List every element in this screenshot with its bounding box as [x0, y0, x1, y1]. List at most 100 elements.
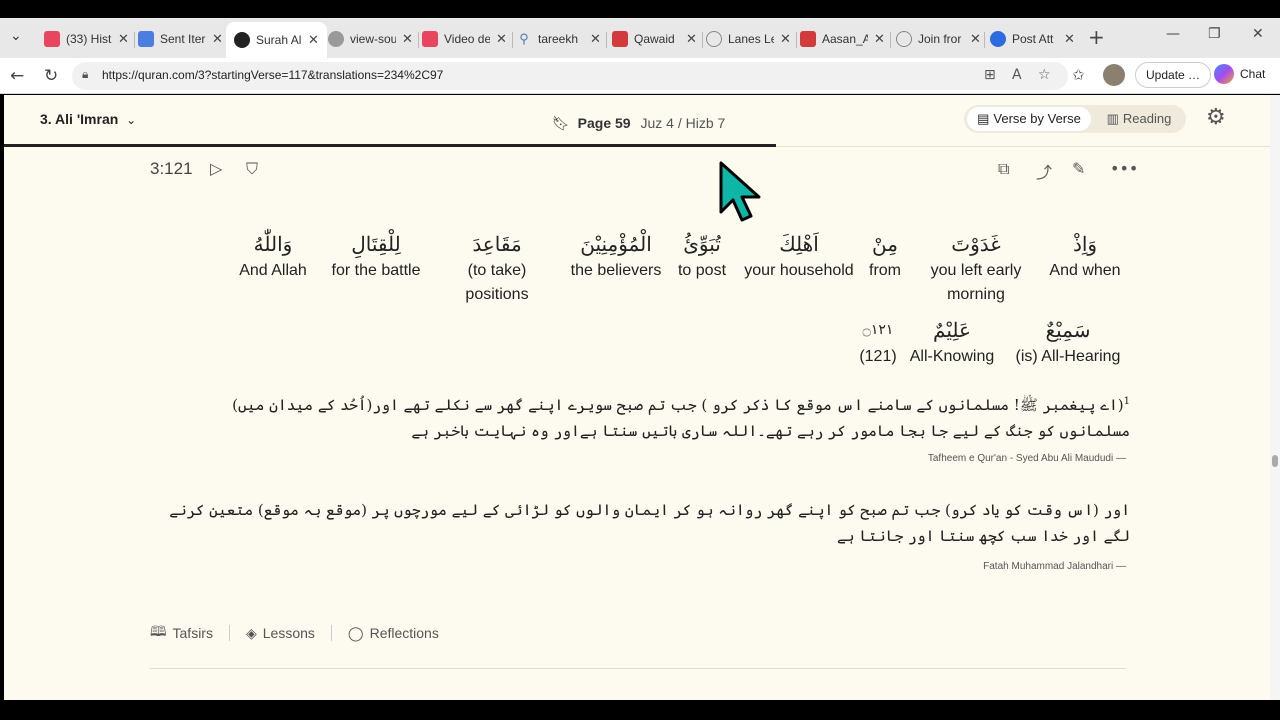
word-item[interactable]: وَاللّٰهُ And Allah — [230, 229, 316, 283]
close-icon[interactable]: ✕ — [118, 31, 129, 47]
chapter-selector[interactable]: 3. Ali 'Imran ⌄ — [40, 111, 136, 127]
word-item[interactable]: لِلْقِتَالِ for the battle — [322, 229, 430, 283]
word-translation: And when — [1049, 262, 1121, 279]
page-icon — [328, 31, 344, 47]
word-translation: (121) — [859, 348, 897, 365]
word-translation: your household — [744, 262, 854, 279]
browser-tab[interactable]: Aasan_A ✕ — [800, 26, 885, 52]
browser-tab[interactable]: Lanes Le ✕ — [706, 26, 791, 52]
address-bar[interactable]: 🔒︎ https://quran.com/3?startingVerse=117… — [72, 62, 1068, 90]
site-info-icon[interactable]: 🔒︎ — [82, 67, 88, 82]
gear-icon[interactable]: ⚙ — [1206, 105, 1226, 130]
reading-mode-toggle: ▤ Verse by Verse ▥ Reading — [964, 105, 1186, 133]
tab-label: (33) Hist — [66, 32, 112, 46]
word-translation: (to take) positions — [465, 262, 529, 303]
word-item[interactable]: مَقَاعِدَ (to take) positions — [452, 229, 542, 307]
favorites-icon[interactable]: ✩ — [1072, 66, 1085, 84]
graduation-cap-icon: ◈ — [245, 624, 257, 641]
browser-tab[interactable]: Post Att ✕ — [990, 26, 1075, 52]
close-icon[interactable]: ✕ — [402, 31, 413, 47]
browser-tab[interactable]: Qawaid ✕ — [612, 26, 697, 52]
browser-tab-active[interactable]: Surah Al ✕ — [226, 22, 327, 58]
browser-toolbar: ← ↻ 🔒︎ https://quran.com/3?startingVerse… — [0, 58, 1280, 94]
word-item[interactable]: اَهْلِكَ your household — [738, 229, 860, 283]
app-install-icon[interactable]: ⊞ — [984, 67, 996, 83]
close-icon[interactable]: ✕ — [970, 31, 981, 47]
copilot-chat-button[interactable]: Chat — [1214, 64, 1265, 84]
edit-icon[interactable]: ✎ — [1072, 159, 1085, 178]
more-options-icon[interactable]: ••• — [1110, 159, 1138, 178]
page-scrollbar[interactable] — [1270, 95, 1280, 700]
minimize-icon[interactable]: — — [1166, 26, 1180, 42]
word-translation: All-Knowing — [909, 348, 995, 365]
copy-icon[interactable]: ⧉ — [998, 159, 1009, 179]
page-header: 3. Ali 'Imran ⌄ 🔖︎ Page 59 Juz 4 / Hizb … — [4, 95, 1270, 147]
browser-tab[interactable]: ⚲ tareekh ✕ — [516, 26, 601, 52]
bookmark-icon: 🔖︎ — [552, 115, 570, 131]
word-item[interactable]: الْمُؤْمِنِيْنَ the believers — [562, 229, 670, 283]
close-window-icon[interactable]: ✕ — [1252, 26, 1264, 42]
browser-tab[interactable]: Sent Iter ✕ — [138, 26, 223, 52]
favorite-star-icon[interactable]: ☆ — [1038, 67, 1051, 83]
divider — [150, 668, 1126, 669]
verse-key[interactable]: 3:121 — [150, 159, 193, 179]
play-icon[interactable]: ▷ — [210, 159, 222, 178]
avatar[interactable] — [1103, 64, 1125, 86]
browser-tab[interactable]: (33) Hist ✕ — [44, 26, 129, 52]
browser-tab[interactable]: Join fror ✕ — [896, 26, 981, 52]
bookmark-icon[interactable]: ⛉ — [246, 159, 258, 179]
url-text[interactable]: https://quran.com/3?startingVerse=117&tr… — [102, 68, 443, 82]
arabic-word: مِنْ — [872, 232, 898, 256]
arabic-word: غَدَوْتَ — [951, 232, 1001, 256]
mode-verse-label: Verse by Verse — [993, 111, 1081, 126]
quran-page: 3. Ali 'Imran ⌄ 🔖︎ Page 59 Juz 4 / Hizb … — [4, 95, 1270, 700]
pdf-icon — [800, 31, 816, 47]
mode-reading-label: Reading — [1122, 111, 1172, 126]
translation-body: (اے پیغمبر ﷺ! مسلمانوں کے سامنے اس موقع … — [232, 396, 1130, 440]
arabic-word: تُبَوِّئُ — [683, 232, 721, 256]
lessons-tab[interactable]: ◈ Lessons — [246, 625, 315, 642]
word-item[interactable]: مِنْ from — [860, 229, 910, 283]
word-item[interactable]: وَاِذْ And when — [1040, 229, 1130, 283]
word-item[interactable]: عَلِيْمٌ All-Knowing — [902, 315, 1002, 369]
mail-icon — [138, 31, 154, 47]
close-icon[interactable]: ✕ — [780, 31, 791, 47]
restore-icon[interactable]: ❐ — [1208, 26, 1221, 42]
browser-tab[interactable]: view-sou ✕ — [328, 26, 413, 52]
close-icon[interactable]: ✕ — [590, 31, 601, 47]
tab-list-chevron-icon[interactable]: ⌄ — [10, 28, 22, 44]
reflections-tab[interactable]: ◯ Reflections — [348, 625, 439, 642]
close-icon[interactable]: ✕ — [496, 31, 507, 47]
tab-label: Aasan_A — [822, 32, 868, 46]
verse-end-marker[interactable]: ۝١٢١ (121) — [856, 315, 900, 369]
arabic-word: مَقَاعِدَ — [472, 232, 522, 256]
update-label: Update — [1146, 68, 1185, 82]
update-button[interactable]: Update … — [1135, 62, 1212, 88]
close-icon[interactable]: ✕ — [308, 32, 319, 48]
close-icon[interactable]: ✕ — [1064, 31, 1075, 47]
close-icon[interactable]: ✕ — [874, 31, 885, 47]
footnote-marker[interactable]: 1 — [1124, 396, 1130, 407]
chapter-name: 3. Ali 'Imran — [40, 111, 119, 127]
tafsirs-tab[interactable]: 🕮︎ Tafsirs — [150, 621, 213, 645]
browser-tab[interactable]: Video de ✕ — [422, 26, 507, 52]
page-info[interactable]: 🔖︎ Page 59 Juz 4 / Hizb 7 — [552, 115, 725, 132]
word-translation: the believers — [570, 262, 662, 279]
arabic-word: ۝١٢١ — [862, 322, 894, 338]
share-icon[interactable]: ⤴ — [1036, 159, 1052, 183]
new-tab-plus-icon[interactable]: + — [1088, 25, 1105, 49]
page-number: Page 59 — [577, 115, 631, 131]
word-item[interactable]: تُبَوِّئُ to post — [670, 229, 734, 283]
close-icon[interactable]: ✕ — [686, 31, 697, 47]
youtube-icon — [44, 31, 60, 47]
reload-icon[interactable]: ↻ — [44, 66, 58, 86]
word-item[interactable]: سَمِيْعٌ (is) All-Hearing — [1006, 315, 1130, 369]
close-icon[interactable]: ✕ — [212, 31, 223, 47]
back-arrow-icon[interactable]: ← — [10, 66, 24, 86]
word-item[interactable]: غَدَوْتَ you left early morning — [924, 229, 1028, 307]
read-aloud-icon[interactable]: A — [1012, 67, 1022, 83]
scroll-thumb[interactable] — [1272, 455, 1278, 467]
arabic-word: وَاللّٰهُ — [253, 232, 293, 256]
reading-button[interactable]: ▥ Reading — [1096, 107, 1182, 131]
verse-by-verse-button[interactable]: ▤ Verse by Verse — [967, 107, 1091, 131]
